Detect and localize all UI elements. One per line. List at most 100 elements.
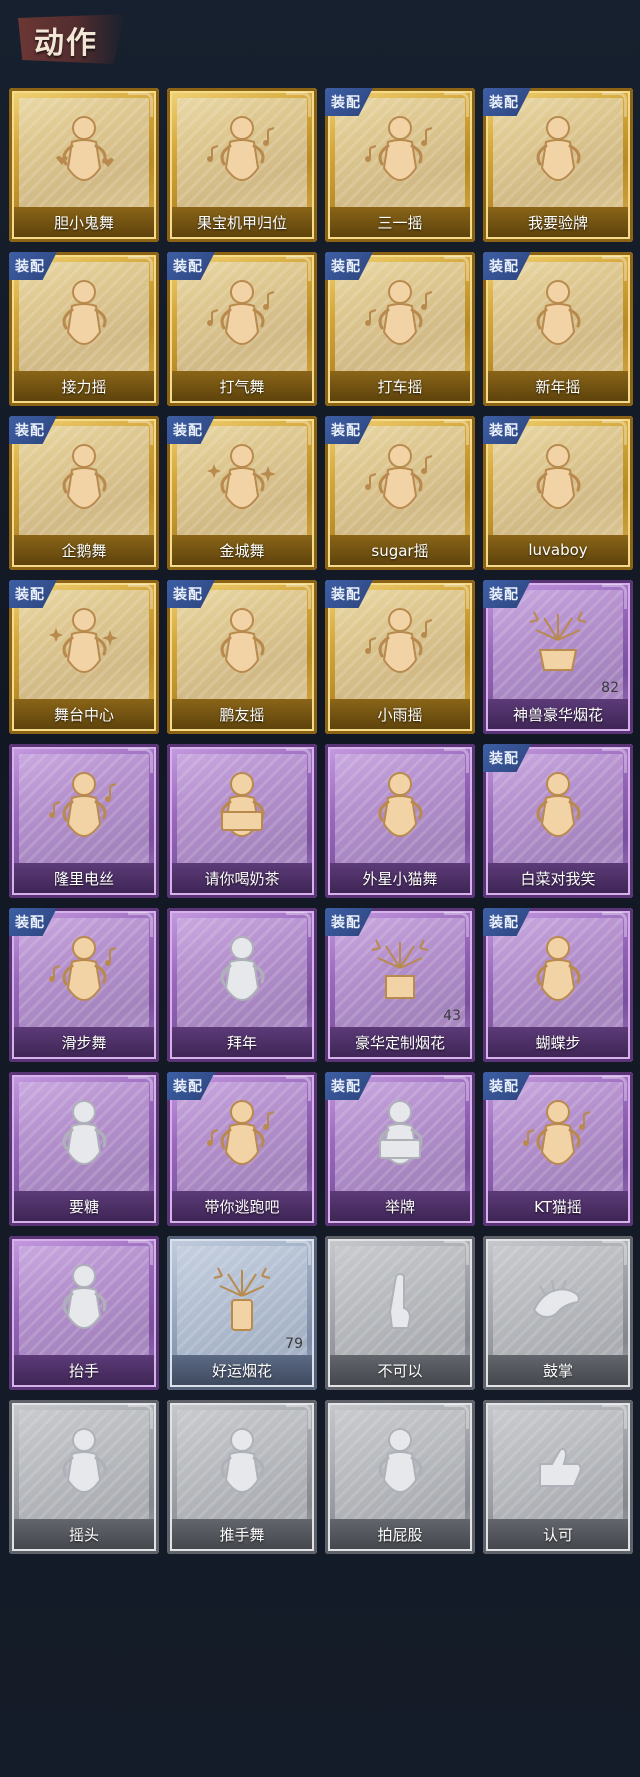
corner-ornament [602,584,627,609]
card-label-bar: 鼓掌 [488,1355,628,1385]
corner-ornament [128,1404,153,1429]
action-card[interactable]: 认可 [483,1400,633,1554]
card-label-bar: 豪华定制烟花 [330,1027,470,1057]
action-card[interactable]: 拍屁股 [325,1400,475,1554]
action-card[interactable]: 装配 白菜对我笑 [483,744,633,898]
section-header: 动作 [0,0,640,78]
section-title: 动作 [34,26,98,61]
corner-ornament [128,748,153,773]
corner-ornament [128,584,153,609]
action-name: 豪华定制烟花 [354,1033,445,1052]
action-name: 胆小鬼舞 [53,213,114,232]
corner-ornament [286,912,311,937]
action-card[interactable]: 摇头 [9,1400,159,1554]
action-card[interactable]: 装配举牌 [325,1072,475,1226]
action-card[interactable]: 装配 打车摇 [325,252,475,406]
corner-ornament [128,1240,153,1265]
action-card[interactable]: 果宝机甲归位 [167,88,317,242]
action-name: 抬手 [68,1361,99,1380]
action-card[interactable]: 装配 打气舞 [167,252,317,406]
equipped-badge-label: 装配 [331,1079,361,1095]
dance-figure-music-icon [516,1092,600,1176]
equipped-badge-label: 装配 [489,95,519,111]
action-card[interactable]: 胆小鬼舞 [9,88,159,242]
corner-ornament [444,1076,469,1101]
corner-ornament [602,420,627,445]
item-count: 82 [601,680,619,696]
action-card[interactable]: 隆里电丝 [9,744,159,898]
corner-ornament [444,1240,469,1265]
action-card[interactable]: 装配 sugar摇 [325,416,475,570]
action-card[interactable]: 推手舞 [167,1400,317,1554]
card-label-bar: 新年摇 [488,371,628,401]
card-label-bar: 小雨摇 [330,699,470,729]
action-name: 推手舞 [219,1525,265,1544]
card-label-bar: 请你喝奶茶 [172,863,312,893]
action-card[interactable]: 装配 带你逃跑吧 [167,1072,317,1226]
fireworks-box-icon [358,928,442,1012]
dance-figure-icon [200,600,284,684]
card-label-bar: 好运烟花 [172,1355,312,1385]
action-card[interactable]: 鼓掌 [483,1236,633,1390]
equipped-badge-label: 装配 [173,423,203,439]
dance-figure-icon [516,108,600,192]
action-card[interactable]: 装配我要验牌 [483,88,633,242]
action-card[interactable]: 装配 新年摇 [483,252,633,406]
equipped-badge-label: 装配 [489,1079,519,1095]
action-card[interactable]: 装配舞台中心 [9,580,159,734]
action-card[interactable]: 装配 小雨摇 [325,580,475,734]
action-card[interactable]: 装配 蝴蝶步 [483,908,633,1062]
action-name: 神兽豪华烟花 [512,705,603,724]
action-card[interactable]: 79 好运烟花 [167,1236,317,1390]
action-card[interactable]: 要糖 [9,1072,159,1226]
action-name: 小雨摇 [377,705,423,724]
dance-figure-music-icon [200,108,284,192]
action-card[interactable]: 装配 鹏友摇 [167,580,317,734]
card-label-bar: 隆里电丝 [14,863,154,893]
action-name: 举牌 [384,1197,415,1216]
dance-figure-music-icon [200,272,284,356]
action-card[interactable]: 装配 金城舞 [167,416,317,570]
corner-ornament [286,584,311,609]
action-name: 白菜对我笑 [520,869,596,888]
card-label-bar: KT猫摇 [488,1191,628,1221]
card-label-bar: 拜年 [172,1027,312,1057]
card-label-bar: 不可以 [330,1355,470,1385]
action-card[interactable]: 不可以 [325,1236,475,1390]
action-card[interactable]: 装配 滑步舞 [9,908,159,1062]
action-card[interactable]: 拜年 [167,908,317,1062]
action-name: 舞台中心 [53,705,114,724]
corner-ornament [128,912,153,937]
action-card[interactable]: 装配 KT猫摇 [483,1072,633,1226]
corner-ornament [602,748,627,773]
equipped-badge-label: 装配 [15,587,45,603]
dance-figure-icon [516,436,600,520]
action-name: 我要验牌 [527,213,588,232]
dance-figure-icon [516,764,600,848]
figure-with-sign-icon [358,1092,442,1176]
action-name: 鼓掌 [542,1361,573,1380]
action-card[interactable]: 请你喝奶茶 [167,744,317,898]
action-card[interactable]: 装配 82 神兽豪华烟花 [483,580,633,734]
action-card[interactable]: 装配 企鹅舞 [9,416,159,570]
card-label-bar: 外星小猫舞 [330,863,470,893]
action-card[interactable]: 装配 接力摇 [9,252,159,406]
corner-ornament [444,584,469,609]
corner-ornament [444,1404,469,1429]
finger-wag-icon [358,1256,442,1340]
card-label-bar: 抬手 [14,1355,154,1385]
action-card[interactable]: 装配 luvaboy [483,416,633,570]
dance-figure-sparkle-icon [42,600,126,684]
action-card[interactable]: 外星小猫舞 [325,744,475,898]
slap-figure-icon [358,1420,442,1504]
action-card[interactable]: 抬手 [9,1236,159,1390]
dance-figure-icon [516,272,600,356]
card-label-bar: 举牌 [330,1191,470,1221]
dance-figure-music-icon [358,272,442,356]
corner-ornament [128,256,153,281]
action-card[interactable]: 装配 三一摇 [325,88,475,242]
corner-ornament [128,1076,153,1101]
dance-figure-hearts-icon [42,108,126,192]
action-card[interactable]: 装配 43 豪华定制烟花 [325,908,475,1062]
action-name: luvaboy [528,541,588,559]
